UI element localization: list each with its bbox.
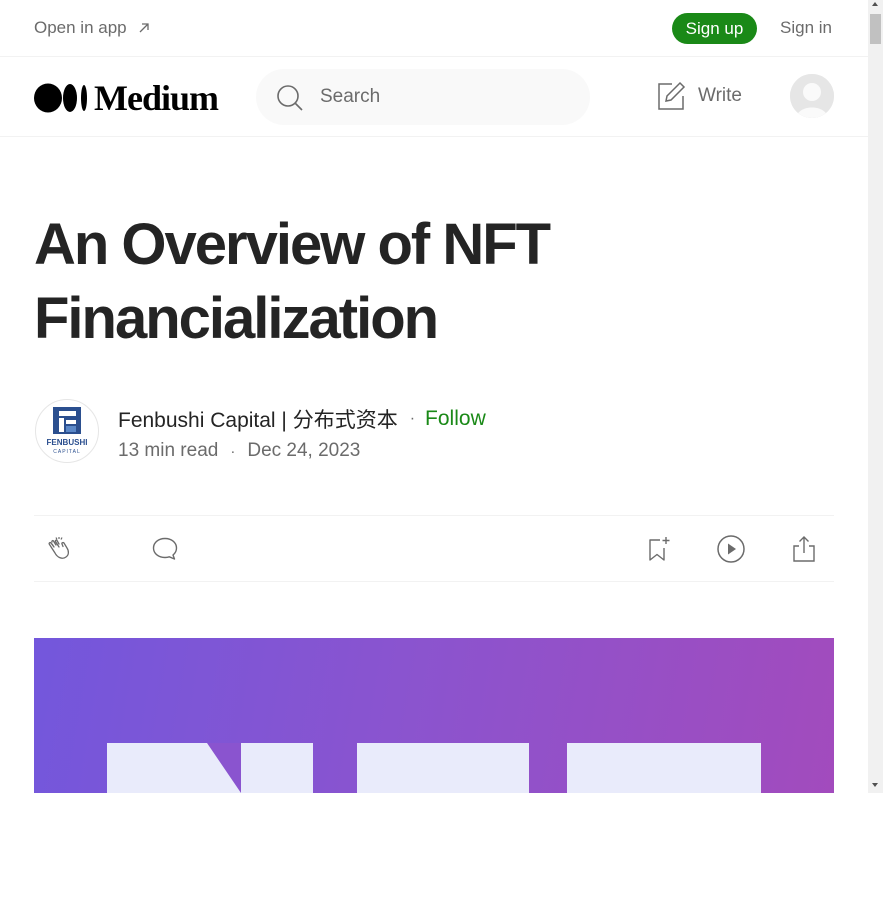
nav-bar: Medium Write bbox=[0, 57, 868, 137]
write-button[interactable]: Write bbox=[656, 81, 742, 111]
author-line: Fenbushi Capital | 分布式资本 · Follow bbox=[118, 404, 486, 434]
sign-in-link[interactable]: Sign in bbox=[780, 18, 832, 38]
write-label: Write bbox=[698, 85, 742, 106]
user-avatar-button[interactable] bbox=[790, 74, 834, 118]
open-in-app-link[interactable]: Open in app bbox=[34, 18, 151, 38]
article-hero-image bbox=[34, 638, 834, 793]
publish-date: Dec 24, 2023 bbox=[247, 440, 361, 461]
read-time: 13 min read bbox=[118, 440, 219, 461]
clap-icon bbox=[48, 537, 70, 559]
listen-button[interactable] bbox=[716, 534, 746, 564]
comment-icon bbox=[152, 537, 178, 560]
scroll-up-arrow-icon[interactable] bbox=[872, 2, 878, 6]
vertical-scrollbar[interactable] bbox=[868, 0, 883, 793]
user-avatar-icon bbox=[790, 74, 834, 118]
fenbushi-logo-icon: FENBUSHI CAPITAL bbox=[47, 407, 88, 455]
search-box[interactable] bbox=[256, 69, 590, 125]
comment-button[interactable] bbox=[150, 534, 180, 564]
follow-button[interactable]: Follow bbox=[425, 407, 486, 431]
top-bar: Open in app Sign up Sign in bbox=[0, 0, 868, 57]
hero-letter-f bbox=[357, 743, 529, 793]
search-input[interactable] bbox=[320, 69, 570, 125]
medium-logo[interactable]: Medium bbox=[34, 78, 219, 118]
author-avatar[interactable]: FENBUSHI CAPITAL bbox=[35, 399, 99, 463]
author-name[interactable]: Fenbushi Capital | 分布式资本 bbox=[118, 404, 398, 434]
share-icon bbox=[793, 536, 815, 562]
page-viewport: Open in app Sign up Sign in Medium Searc… bbox=[0, 0, 868, 793]
save-button[interactable] bbox=[643, 534, 673, 564]
play-icon bbox=[717, 535, 745, 563]
separator-dot: · bbox=[230, 442, 236, 460]
medium-wordmark: Medium bbox=[94, 78, 219, 118]
share-button[interactable] bbox=[789, 534, 819, 564]
scroll-down-arrow-icon[interactable] bbox=[872, 783, 878, 787]
external-arrow-icon bbox=[139, 23, 149, 33]
scroll-thumb[interactable] bbox=[870, 14, 881, 44]
write-icon bbox=[658, 81, 686, 110]
clap-button[interactable] bbox=[45, 534, 75, 564]
sign-up-button[interactable]: Sign up bbox=[672, 13, 757, 44]
separator-dot: · bbox=[409, 410, 416, 427]
article-action-bar bbox=[34, 515, 834, 582]
bookmark-add-icon bbox=[649, 537, 670, 561]
article-title: An Overview of NFT Financialization bbox=[34, 212, 551, 351]
hero-n-cutout bbox=[179, 743, 241, 793]
open-in-app-label: Open in app bbox=[34, 18, 127, 37]
hero-letter-t bbox=[567, 743, 761, 793]
article-meta: 13 min read · Dec 24, 2023 bbox=[118, 440, 360, 462]
avatar-logo-line-2: CAPITAL bbox=[53, 449, 80, 455]
avatar-logo-line-1: FENBUSHI bbox=[47, 438, 88, 447]
medium-logo-icon bbox=[34, 83, 87, 113]
search-icon bbox=[277, 85, 303, 111]
